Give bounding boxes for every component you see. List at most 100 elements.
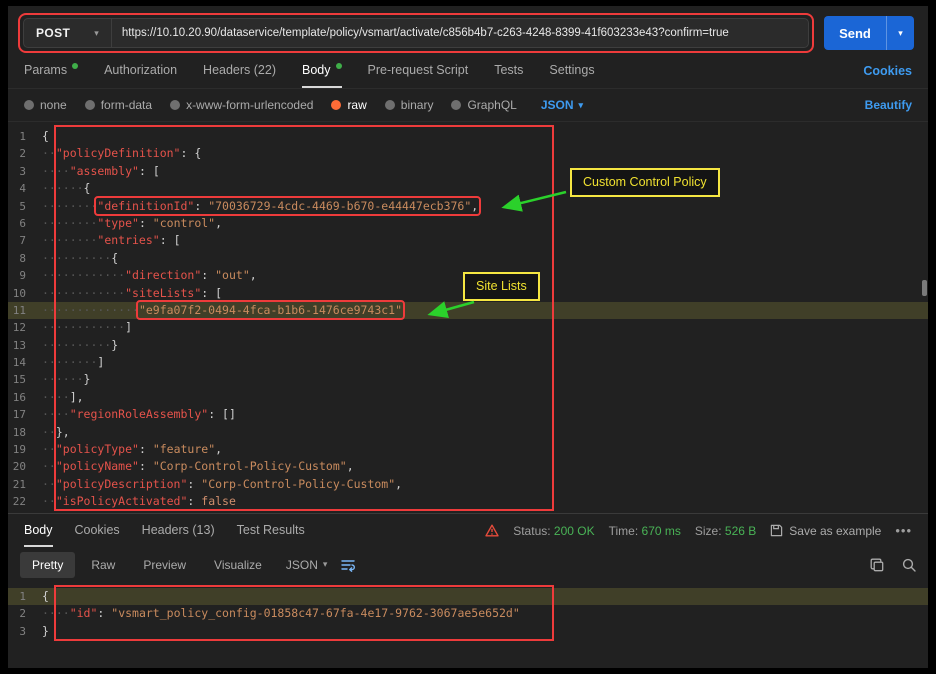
cookies-link[interactable]: Cookies	[863, 54, 912, 88]
radio-label: GraphQL	[467, 98, 516, 112]
body-format-dropdown[interactable]: JSON▾	[541, 98, 583, 112]
request-body-line: 19··"policyType": "feature",	[8, 441, 928, 458]
response-body-line: 1{	[8, 588, 928, 605]
response-tabs: Body Cookies Headers (13) Test Results S…	[8, 514, 928, 547]
search-button[interactable]	[902, 558, 916, 572]
response-tools	[870, 558, 916, 572]
wrap-lines-button[interactable]	[341, 558, 356, 572]
line-number: 3	[8, 163, 42, 180]
size-badge: Size: 526 B	[695, 524, 756, 538]
response-format-dropdown[interactable]: JSON▾	[286, 558, 328, 572]
copy-icon	[870, 558, 884, 572]
green-dot-icon	[336, 63, 342, 69]
radio-form-data[interactable]: form-data	[85, 98, 152, 112]
radio-icon	[85, 100, 95, 110]
ssl-warning-icon	[485, 524, 499, 537]
chevron-down-icon: ▾	[94, 28, 99, 39]
tab-label: Authorization	[104, 63, 177, 77]
line-number: 5	[8, 198, 42, 215]
request-body-line: 12············]	[8, 319, 928, 336]
tab-headers[interactable]: Headers (22)	[203, 54, 276, 88]
annotation-custom-control-policy: Custom Control Policy	[570, 168, 720, 197]
send-options-button[interactable]: ▾	[886, 16, 914, 50]
time-value: 670 ms	[642, 524, 681, 538]
line-number: 9	[8, 267, 42, 284]
response-code-lines: 1{2····"id": "vsmart_policy_config-01858…	[8, 588, 928, 640]
radio-icon	[451, 100, 461, 110]
response-tab-cookies[interactable]: Cookies	[75, 514, 120, 547]
response-body-editor[interactable]: 1{2····"id": "vsmart_policy_config-01858…	[8, 582, 928, 668]
size-value: 526 B	[725, 524, 756, 538]
tab-label: Tests	[494, 63, 523, 77]
radio-raw[interactable]: raw	[331, 98, 366, 112]
size-label: Size:	[695, 524, 722, 538]
tab-tests[interactable]: Tests	[494, 54, 523, 88]
radio-x-www-form-urlencoded[interactable]: x-www-form-urlencoded	[170, 98, 313, 112]
line-number: 12	[8, 319, 42, 336]
view-tab-pretty[interactable]: Pretty	[20, 552, 75, 578]
request-body-line: 15······}	[8, 371, 928, 388]
radio-label: x-www-form-urlencoded	[186, 98, 313, 112]
view-tab-preview[interactable]: Preview	[131, 552, 198, 578]
scrollbar-thumb[interactable]	[922, 280, 927, 296]
more-options-button[interactable]: •••	[895, 523, 912, 538]
annotation-inline-box: "e9fa07f2-0494-4fca-b1b6-1476ce9743c1"	[139, 303, 402, 317]
line-number: 13	[8, 337, 42, 354]
line-number: 22	[8, 493, 42, 510]
radio-binary[interactable]: binary	[385, 98, 434, 112]
request-input-group: POST ▾	[23, 18, 809, 48]
request-body-line: 17····"regionRoleAssembly": []	[8, 406, 928, 423]
line-number: 14	[8, 354, 42, 371]
method-select[interactable]: POST ▾	[24, 19, 112, 47]
request-body-line: 8··········{	[8, 250, 928, 267]
view-tab-raw[interactable]: Raw	[79, 552, 127, 578]
wrap-lines-icon	[341, 558, 356, 572]
tab-label: Body	[302, 63, 331, 77]
radio-none[interactable]: none	[24, 98, 67, 112]
tab-label: Params	[24, 63, 67, 77]
line-number: 17	[8, 406, 42, 423]
line-number: 18	[8, 424, 42, 441]
save-as-example-button[interactable]: Save as example	[770, 524, 881, 538]
line-number: 16	[8, 389, 42, 406]
response-tab-headers[interactable]: Headers (13)	[142, 514, 215, 547]
request-body-line: 2··"policyDefinition": {	[8, 145, 928, 162]
tab-params[interactable]: Params	[24, 54, 78, 88]
line-number: 7	[8, 232, 42, 249]
body-type-bar: none form-data x-www-form-urlencoded raw…	[8, 89, 928, 122]
send-button[interactable]: Send	[824, 16, 886, 50]
radio-graphql[interactable]: GraphQL	[451, 98, 516, 112]
tab-label: Pre-request Script	[368, 63, 469, 77]
view-tab-visualize[interactable]: Visualize	[202, 552, 274, 578]
line-number: 4	[8, 180, 42, 197]
tab-prerequest-script[interactable]: Pre-request Script	[368, 54, 469, 88]
request-body-editor[interactable]: 1{2··"policyDefinition": {3····"assembly…	[8, 122, 928, 513]
request-body-line: 14········]	[8, 354, 928, 371]
time-label: Time:	[609, 524, 639, 538]
response-tab-body[interactable]: Body	[24, 514, 53, 547]
request-code-lines: 1{2··"policyDefinition": {3····"assembly…	[8, 128, 928, 511]
request-body-line: 1{	[8, 128, 928, 145]
request-body-line: 4······{	[8, 180, 928, 197]
status-value: 200 OK	[554, 524, 595, 538]
tab-label: Headers (22)	[203, 63, 276, 77]
annotation-site-lists: Site Lists	[463, 272, 540, 301]
line-number: 21	[8, 476, 42, 493]
annotation-inline-box: "definitionId": "70036729-4cdc-4469-b670…	[97, 199, 478, 213]
url-input[interactable]	[112, 27, 808, 39]
beautify-link[interactable]: Beautify	[865, 98, 912, 112]
request-body-line: 7········"entries": [	[8, 232, 928, 249]
response-body-line: 3}	[8, 623, 928, 640]
tab-authorization[interactable]: Authorization	[104, 54, 177, 88]
response-meta: Status: 200 OK Time: 670 ms Size: 526 B …	[485, 514, 912, 547]
request-tabs: Params Authorization Headers (22) Body P…	[8, 54, 928, 89]
tab-label: Headers (13)	[142, 523, 215, 537]
format-label: JSON	[286, 558, 318, 572]
tab-body[interactable]: Body	[302, 54, 342, 88]
request-bar: POST ▾ Send ▾	[8, 6, 928, 54]
copy-button[interactable]	[870, 558, 884, 572]
response-tab-test-results[interactable]: Test Results	[237, 514, 305, 547]
postman-app: POST ▾ Send ▾ Params Authorization Heade…	[8, 6, 928, 668]
tab-settings[interactable]: Settings	[549, 54, 594, 88]
line-number: 10	[8, 285, 42, 302]
